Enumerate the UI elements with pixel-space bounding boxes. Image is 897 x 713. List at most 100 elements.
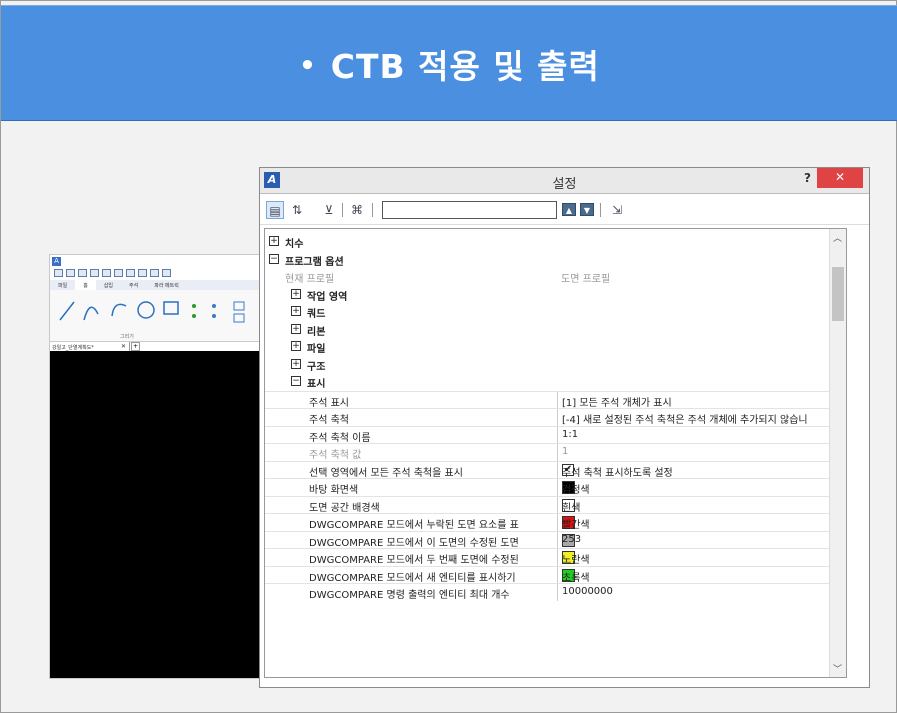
- property-value-text: 10000000: [562, 586, 613, 597]
- layer-icon[interactable]: [162, 269, 171, 277]
- settings-group[interactable]: − 프로그램 옵션: [265, 251, 842, 268]
- property-value[interactable]: 빨간색: [557, 514, 842, 531]
- title-bullet: •: [299, 51, 317, 81]
- property-value[interactable]: 1: [557, 444, 842, 461]
- export-icon[interactable]: ⇲: [608, 201, 626, 219]
- expand-icon[interactable]: +: [291, 306, 301, 316]
- property-value[interactable]: 검정색: [557, 479, 842, 496]
- help-button[interactable]: ?: [804, 171, 811, 185]
- dialog-toolbar: ▤ ⇅ ⊻ ⌘ ▲ ▼ ⇲: [260, 195, 869, 225]
- search-field[interactable]: [382, 201, 557, 222]
- close-icon[interactable]: ✕: [121, 343, 126, 350]
- property-value[interactable]: 10000000: [557, 584, 842, 601]
- ribbon-tab-annotate[interactable]: 주석: [121, 280, 146, 290]
- toolbar-divider: [372, 203, 373, 217]
- property-name: 주석 축척: [309, 415, 349, 426]
- settings-property-row[interactable]: 주석 축척 [-4] 새로 설정된 주석 축척은 주석 개체에 추가되지 않습니: [265, 408, 842, 426]
- search-down-icon[interactable]: ▼: [580, 203, 594, 216]
- close-button[interactable]: ✕: [817, 168, 863, 188]
- dialog-titlebar: A 설정 ? ✕: [260, 168, 869, 194]
- ribbon-tab-insert[interactable]: 삽입: [96, 280, 121, 290]
- property-name: DWGCOMPARE 모드에서 새 엔티티를 표시하기: [309, 572, 516, 584]
- property-value[interactable]: 노란색: [557, 549, 842, 566]
- settings-subgroup[interactable]: − 표시: [265, 373, 842, 390]
- group-label: 쿼드: [307, 309, 326, 320]
- drawing-settings-icon[interactable]: ⌘: [348, 201, 366, 219]
- undo-icon[interactable]: [126, 269, 135, 277]
- property-value[interactable]: 1:1: [557, 426, 842, 444]
- property-value-text: 흰색: [562, 502, 581, 514]
- expand-icon[interactable]: +: [291, 323, 301, 334]
- settings-property-row[interactable]: DWGCOMPARE 명령 출력의 엔티티 최대 개수 10000000: [265, 583, 842, 601]
- print-icon[interactable]: [102, 269, 111, 277]
- property-value-text: 빨간색: [562, 520, 590, 531]
- property-value[interactable]: 253: [557, 531, 842, 549]
- property-value[interactable]: [-4] 새로 설정된 주석 축척은 주석 개체에 추가되지 않습니: [557, 409, 842, 426]
- property-value-text: 1:1: [562, 428, 579, 440]
- settings-property-row[interactable]: 바탕 화면색 검정색: [265, 478, 842, 496]
- settings-property-row[interactable]: DWGCOMPARE 모드에서 새 엔티티를 표시하기 초록색: [265, 565, 842, 584]
- settings-property-row[interactable]: 도면 공간 배경색 흰색: [265, 495, 842, 514]
- redo-icon[interactable]: [138, 269, 147, 277]
- scroll-up-icon[interactable]: ︿: [833, 231, 842, 244]
- property-name: 선택 영역에서 모든 주석 축척을 표시: [309, 467, 463, 479]
- scroll-down-icon[interactable]: ﹀: [833, 662, 842, 675]
- property-value[interactable]: 흰색: [557, 496, 842, 514]
- cad-logo-icon[interactable]: A: [52, 257, 61, 266]
- group-label: 프로그램 옵션: [285, 256, 344, 268]
- save-icon[interactable]: [78, 269, 87, 277]
- plot-icon[interactable]: [114, 269, 123, 277]
- settings-subgroup[interactable]: + 파일: [265, 338, 842, 355]
- ribbon-tabs: 파일 홈 삽입 주석 파라 메트릭: [50, 280, 263, 290]
- settings-property-row[interactable]: 주석 축척 값 1: [265, 443, 842, 461]
- settings-subgroup[interactable]: + 쿼드: [265, 303, 842, 320]
- sort-az-icon[interactable]: ⇅: [288, 201, 306, 219]
- collapse-icon[interactable]: −: [291, 376, 301, 386]
- property-name: 바탕 화면색: [309, 485, 359, 496]
- categorized-view-icon[interactable]: ▤: [266, 201, 284, 219]
- settings-subgroup[interactable]: + 구조: [265, 356, 842, 373]
- property-name: 주석 축척 값: [309, 450, 362, 461]
- expand-icon[interactable]: +: [291, 341, 301, 351]
- expand-icon[interactable]: +: [291, 358, 301, 369]
- settings-subgroup[interactable]: + 작업 영역: [265, 286, 842, 303]
- vertical-scrollbar[interactable]: ︿ ﹀: [829, 229, 846, 677]
- settings-property-row[interactable]: DWGCOMPARE 모드에서 누락된 도면 요소를 표 빨간색: [265, 513, 842, 531]
- search-up-icon[interactable]: ▲: [562, 203, 576, 216]
- title-text: CTB 적용 및 출력: [330, 47, 600, 86]
- save-as-icon[interactable]: [90, 269, 99, 277]
- property-value[interactable]: 초록색: [557, 566, 842, 584]
- group-label: 작업 영역: [307, 291, 348, 303]
- drawing-canvas[interactable]: [50, 351, 263, 678]
- title-banner: • CTB 적용 및 출력: [1, 5, 897, 121]
- expand-icon[interactable]: +: [291, 288, 301, 299]
- property-value-text: [-4] 새로 설정된 주석 축척은 주석 개체에 추가되지 않습니: [562, 415, 808, 426]
- settings-property-row[interactable]: 선택 영역에서 모든 주석 축척을 표시 ✔ 주석 축척 표시하도록 설정: [265, 460, 842, 479]
- filter-icon[interactable]: ⊻: [320, 201, 338, 219]
- match-prop-icon[interactable]: [150, 269, 159, 277]
- expand-icon[interactable]: +: [269, 236, 279, 246]
- document-tab[interactable]: 강일고_단열계획도* ✕: [50, 342, 130, 351]
- property-value[interactable]: ✔ 주석 축척 표시하도록 설정: [557, 461, 842, 479]
- search-input[interactable]: [383, 205, 556, 222]
- new-tab-button[interactable]: +: [131, 342, 140, 351]
- ribbon-panel-label: 그리기: [120, 334, 134, 340]
- dialog-title: 설정: [552, 177, 577, 192]
- settings-property-row[interactable]: 주석 축척 이름 1:1: [265, 425, 842, 444]
- open-file-icon[interactable]: [66, 269, 75, 277]
- collapse-icon[interactable]: −: [269, 253, 279, 264]
- draw-tools-icon[interactable]: [54, 292, 259, 332]
- ribbon-tab-file[interactable]: 파일: [50, 280, 75, 290]
- settings-group[interactable]: + 치수: [265, 233, 842, 250]
- settings-property-row[interactable]: DWGCOMPARE 모드에서 두 번째 도면에 수정된 노란색: [265, 548, 842, 566]
- settings-subgroup[interactable]: + 리본: [265, 321, 842, 338]
- ribbon-tab-home[interactable]: 홈: [75, 280, 96, 290]
- new-file-icon[interactable]: [54, 269, 63, 277]
- property-value[interactable]: [1] 모든 주석 개체가 표시: [557, 391, 842, 409]
- property-value-text: 1: [562, 446, 569, 457]
- scroll-thumb[interactable]: [832, 267, 844, 321]
- ribbon-panel: 그리기: [50, 290, 263, 342]
- ribbon-tab-parametric[interactable]: 파라 메트릭: [146, 280, 187, 290]
- settings-property-row[interactable]: DWGCOMPARE 모드에서 이 도면의 수정된 도면 253: [265, 530, 842, 549]
- settings-property-row[interactable]: 주석 표시 [1] 모든 주석 개체가 표시: [265, 390, 842, 409]
